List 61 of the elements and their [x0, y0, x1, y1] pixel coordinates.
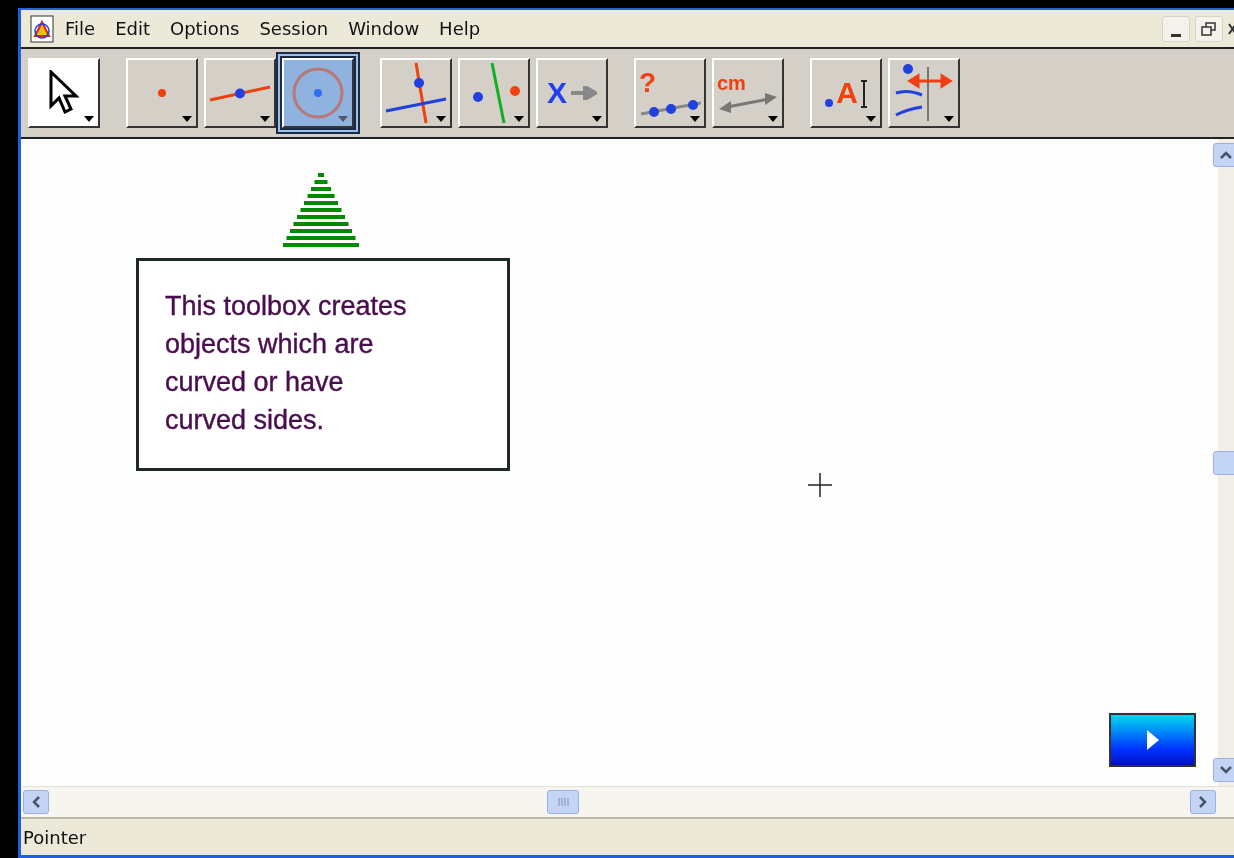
caret-icon: [690, 116, 700, 122]
points-on-line-icon: [639, 97, 701, 117]
question-glyph: ?: [639, 69, 657, 97]
caret-icon: [768, 116, 778, 122]
scroll-left-button[interactable]: [23, 790, 49, 814]
perpendicular-lines-icon: [384, 61, 448, 125]
tool-button[interactable]: [126, 58, 198, 128]
caret-icon: [338, 116, 348, 122]
scroll-up-button[interactable]: [1213, 143, 1234, 167]
scrollbar-thumb[interactable]: [1213, 450, 1234, 475]
tool-button[interactable]: [888, 58, 960, 128]
tool-button[interactable]: [204, 58, 276, 128]
close-icon[interactable]: [1228, 21, 1234, 36]
menu-item[interactable]: Session: [249, 18, 339, 39]
caret-icon: [182, 116, 192, 122]
caret-icon: [436, 116, 446, 122]
caret-icon: [592, 116, 602, 122]
chevron-left-icon: [32, 796, 40, 808]
menu-item[interactable]: Options: [160, 18, 250, 39]
arrow-cursor-icon: [48, 70, 80, 116]
unit-glyph: cm: [717, 73, 746, 93]
chevron-right-icon: [1199, 796, 1207, 808]
callout-text: This toolbox creates objects which are curved or have curved sides.: [165, 290, 408, 437]
play-icon: [1145, 729, 1160, 751]
double-arrow-icon: [717, 93, 779, 113]
chevron-up-icon: [1220, 151, 1232, 159]
menu-item[interactable]: Help: [429, 18, 491, 39]
caret-icon: [84, 116, 94, 122]
minimize-button[interactable]: [1162, 15, 1190, 42]
tool-button[interactable]: [28, 58, 100, 128]
app-logo-icon: [29, 13, 55, 44]
text-cursor-icon: [859, 80, 868, 108]
striped-arrowhead-icon: [283, 173, 359, 247]
menu-item[interactable]: Edit: [105, 18, 160, 39]
menu-item[interactable]: Window: [338, 18, 430, 39]
caret-icon: [260, 116, 270, 122]
transform-glyph: X: [547, 78, 567, 108]
restore-button[interactable]: [1195, 15, 1223, 42]
scrollbar-thumb[interactable]: [547, 790, 579, 814]
arrow-icon: [571, 86, 597, 100]
crosshair-icon: [808, 473, 832, 497]
dot-icon: [157, 88, 167, 98]
minimize-icon: [1171, 34, 1181, 37]
caret-icon: [514, 116, 524, 122]
tool-button[interactable]: [458, 58, 530, 128]
label-glyph: A: [836, 78, 858, 108]
tool-button[interactable]: X: [536, 58, 608, 128]
chevron-down-icon: [1220, 766, 1232, 774]
restore-icon: [1201, 21, 1217, 36]
caret-icon: [866, 116, 876, 122]
caret-icon: [944, 116, 954, 122]
circle-icon: [291, 66, 345, 120]
status-text: Pointer: [23, 826, 87, 848]
grip-icon: [557, 797, 569, 807]
scroll-down-button[interactable]: [1213, 758, 1234, 782]
line-icon: [208, 83, 272, 103]
tool-button[interactable]: [380, 58, 452, 128]
scroll-right-button[interactable]: [1190, 790, 1216, 814]
dot-icon: [824, 98, 835, 108]
play-button[interactable]: [1109, 713, 1196, 767]
menu-item[interactable]: File: [55, 18, 106, 39]
